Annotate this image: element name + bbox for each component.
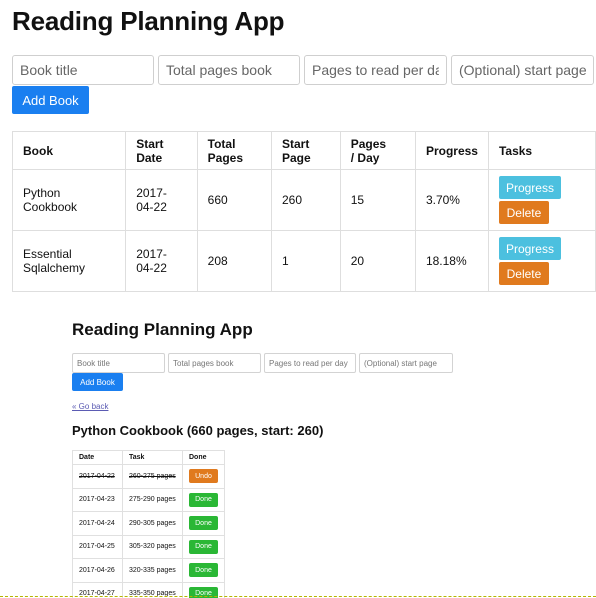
col-pages-per-day: Pages / Day <box>339 131 416 170</box>
col-pages-per-day-label: Pages / Day <box>350 136 387 165</box>
delete-button[interactable]: Delete <box>498 262 549 285</box>
task-range: 260-275 pages <box>122 464 183 489</box>
task-date: 2017-04-24 <box>72 511 123 536</box>
app-title: Reading Planning App <box>12 6 285 36</box>
task-row: 2017-04-26 320-335 pages Done <box>72 558 225 583</box>
go-back-link[interactable]: « Go back <box>72 402 108 411</box>
col-book: Book <box>11 131 127 170</box>
progress-percent: 3.70% <box>414 169 489 231</box>
progress-button[interactable]: Progress <box>498 176 561 199</box>
task-action-cell: Done <box>182 534 225 559</box>
total-pages-input[interactable] <box>158 55 300 85</box>
detail-book-title-input[interactable] <box>72 353 165 373</box>
tasks-table: Date Task Done 2017-04-22 260-275 pages Un… <box>72 450 225 598</box>
table-header-row: Book Start Date Total Pages Start Page P… <box>11 131 596 170</box>
start-date: 2017-04-22 <box>125 169 198 231</box>
col-start-page-label: Start Page <box>281 136 311 165</box>
page-border <box>0 596 596 597</box>
detail-app-title: Reading Planning App <box>72 320 253 339</box>
undo-button[interactable]: Undo <box>189 469 218 484</box>
task-date: 2017-04-23 <box>72 487 123 512</box>
col-date: Date <box>72 450 123 465</box>
col-total-pages: Total Pages <box>196 131 272 170</box>
tasks-body: 2017-04-22 260-275 pages Undo 2017-04-23 275… <box>72 464 225 598</box>
book-name: Essential Sqlalchemy <box>11 230 127 292</box>
col-task: Task <box>122 450 183 465</box>
col-done: Done <box>182 450 225 465</box>
book-detail-heading: Python Cookbook (660 pages, start: 260) <box>72 423 324 438</box>
task-date: 2017-04-22 <box>72 464 123 489</box>
books-table: Book Start Date Total Pages Start Page P… <box>11 131 596 292</box>
total-pages: 660 <box>196 169 272 231</box>
done-button[interactable]: Done <box>189 563 218 578</box>
task-row: 2017-04-24 290-305 pages Done <box>72 511 225 536</box>
task-actions: Progress Delete <box>487 169 596 231</box>
detail-total-pages-input[interactable] <box>168 353 261 373</box>
col-start-page: Start Page <box>270 131 341 170</box>
done-button[interactable]: Done <box>189 516 218 531</box>
task-action-cell: Done <box>182 487 225 512</box>
done-button[interactable]: Done <box>189 492 218 507</box>
start-date: 2017-04-22 <box>125 230 198 292</box>
task-row: 2017-04-22 260-275 pages Undo <box>72 464 225 489</box>
start-page: 260 <box>270 169 341 231</box>
task-action-cell: Done <box>182 511 225 536</box>
detail-add-book-button[interactable]: Add Book <box>72 373 123 391</box>
task-range: 290-305 pages <box>122 511 183 536</box>
delete-button[interactable]: Delete <box>498 201 549 224</box>
task-actions: Progress Delete <box>487 230 596 292</box>
col-tasks: Tasks <box>487 131 596 170</box>
book-title-input[interactable] <box>12 55 154 85</box>
table-row: Python Cookbook 2017-04-22 660 260 15 3.… <box>11 169 596 231</box>
book-name-value: Essential Sqlalchemy <box>23 247 86 275</box>
col-start-date: Start Date <box>125 131 198 170</box>
start-date-value: 2017-04-22 <box>136 186 167 214</box>
start-date-value: 2017-04-22 <box>136 247 167 275</box>
task-range: 275-290 pages <box>122 487 183 512</box>
pages-per-day-input[interactable] <box>304 55 447 85</box>
pages-per-day: 20 <box>339 230 416 292</box>
pages-per-day: 15 <box>339 169 416 231</box>
progress-percent: 18.18% <box>414 230 489 292</box>
task-row: 2017-04-25 305-320 pages Done <box>72 534 225 559</box>
task-date: 2017-04-26 <box>72 558 123 583</box>
col-total-pages-label: Total Pages <box>207 136 243 165</box>
detail-start-page-input[interactable] <box>359 353 453 373</box>
start-page-input[interactable] <box>451 55 594 85</box>
start-page: 1 <box>270 230 341 292</box>
task-action-cell: Done <box>182 558 225 583</box>
book-name: Python Cookbook <box>11 169 127 231</box>
col-progress: Progress <box>414 131 489 170</box>
add-book-button[interactable]: Add Book <box>12 86 89 114</box>
table-row: Essential Sqlalchemy 2017-04-22 208 1 20… <box>11 230 596 292</box>
detail-pages-per-day-input[interactable] <box>264 353 356 373</box>
task-range: 305-320 pages <box>122 534 183 559</box>
task-date: 2017-04-25 <box>72 534 123 559</box>
task-action-cell: Undo <box>182 464 225 489</box>
progress-button[interactable]: Progress <box>498 237 561 260</box>
tasks-header-row: Date Task Done <box>72 450 225 465</box>
total-pages: 208 <box>196 230 272 292</box>
task-row: 2017-04-23 275-290 pages Done <box>72 487 225 512</box>
done-button[interactable]: Done <box>189 539 218 554</box>
task-range: 320-335 pages <box>122 558 183 583</box>
